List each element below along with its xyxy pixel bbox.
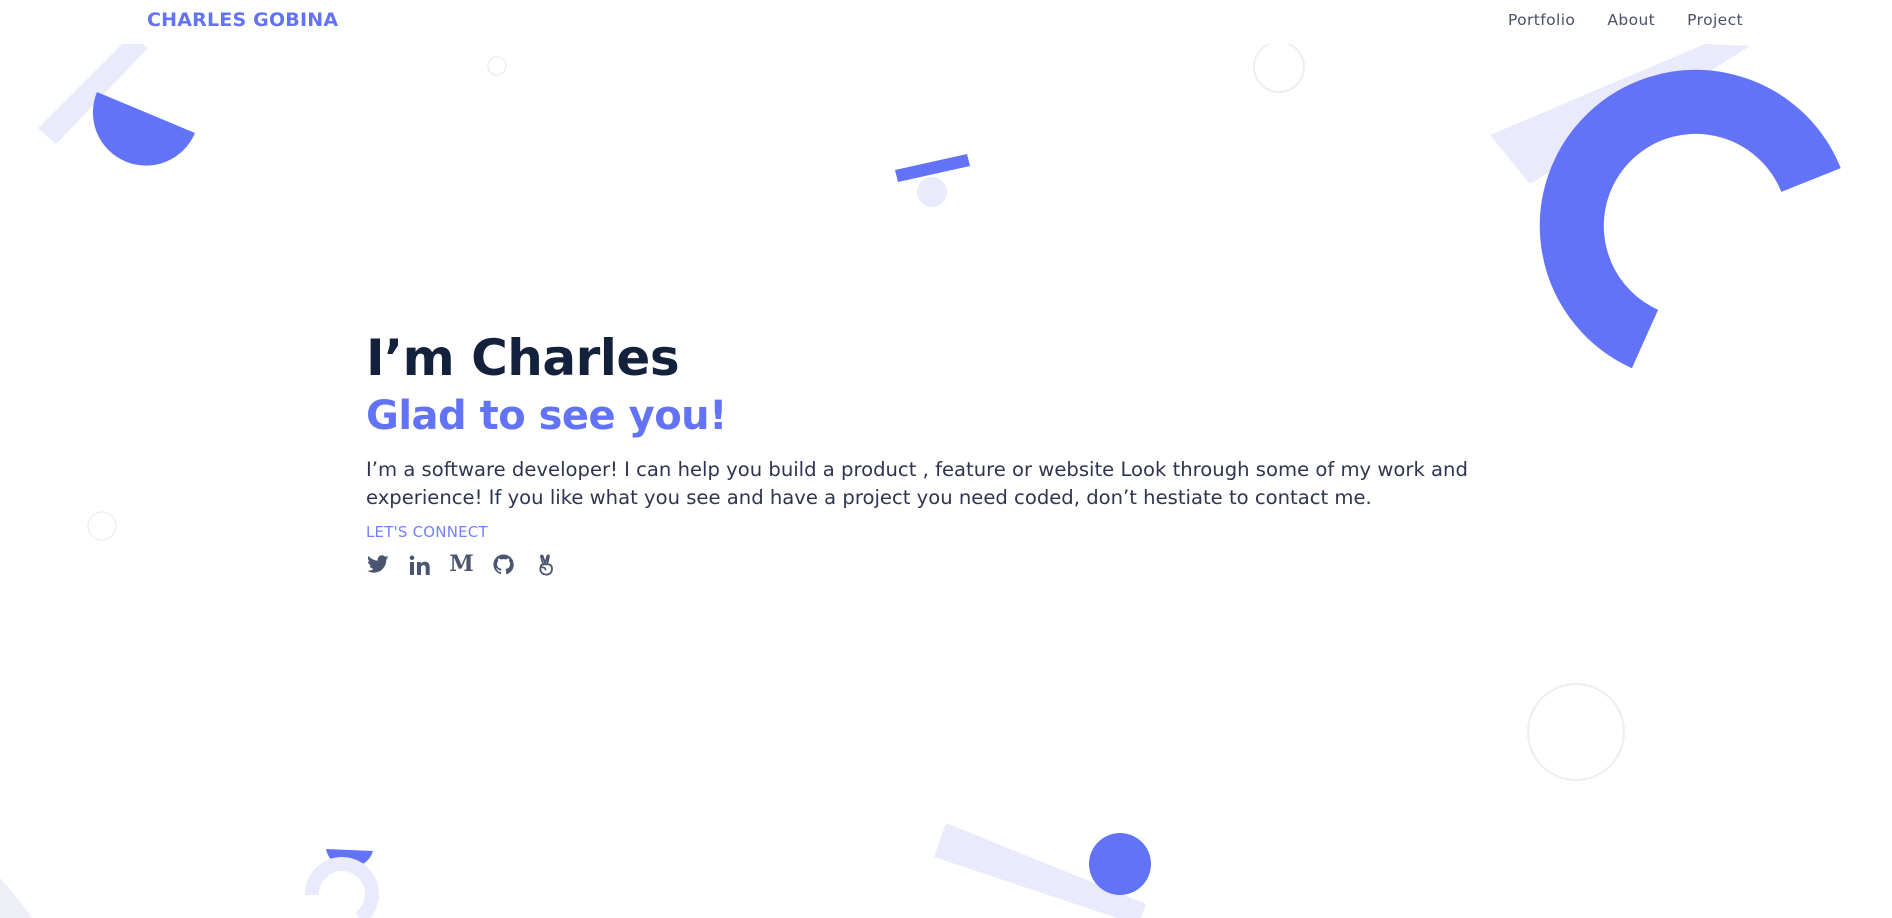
page: CHARLES GOBINA Portfolio About Project I… (0, 0, 1892, 918)
main-nav: Portfolio About Project (1508, 11, 1743, 29)
deco-ring-small-top (487, 56, 507, 76)
linkedin-link[interactable] (408, 553, 431, 576)
github-icon (493, 554, 514, 575)
twitter-link[interactable] (366, 553, 389, 576)
hero-section: I’m Charles Glad to see you! I’m a softw… (366, 326, 1506, 576)
medium-link[interactable]: M (449, 551, 474, 577)
hero-subtitle: Glad to see you! (366, 393, 727, 439)
deco-half-circle-bottom-left (326, 849, 373, 868)
twitter-icon (366, 554, 389, 573)
angellist-link[interactable] (534, 553, 557, 576)
hero-description: I’m a software developer! I can help you… (366, 458, 1468, 509)
deco-ring-bottom-right (1527, 683, 1625, 781)
social-links: M (366, 553, 1506, 576)
deco-band-top-right (1490, 44, 1750, 184)
deco-ring-top-right (1253, 41, 1305, 93)
medium-icon: M (449, 551, 474, 577)
nav-link-project[interactable]: Project (1687, 11, 1743, 29)
navbar: CHARLES GOBINA Portfolio About Project (0, 0, 1892, 44)
deco-corner-bottom-left (0, 878, 32, 918)
nav-link-portfolio[interactable]: Portfolio (1508, 11, 1575, 29)
deco-bar-top-left (38, 36, 148, 144)
deco-dot-center-top (917, 177, 947, 207)
github-link[interactable] (492, 553, 515, 576)
nav-link-about[interactable]: About (1607, 11, 1655, 29)
linkedin-icon (409, 555, 430, 575)
deco-arc-top-right (1539, 69, 1841, 369)
deco-bar-center-top (895, 154, 970, 182)
deco-bar-bottom-center (934, 823, 1146, 918)
connect-label: LET'S CONNECT (366, 523, 488, 541)
angellist-icon (538, 553, 553, 575)
hero-title: I’m Charles (366, 329, 680, 387)
deco-dot-bottom-center (1089, 833, 1151, 895)
deco-ring-left (87, 511, 117, 541)
brand-logo[interactable]: CHARLES GOBINA (147, 9, 338, 31)
deco-arc-bottom-left (304, 857, 379, 918)
deco-half-circle-top-left (92, 92, 195, 166)
